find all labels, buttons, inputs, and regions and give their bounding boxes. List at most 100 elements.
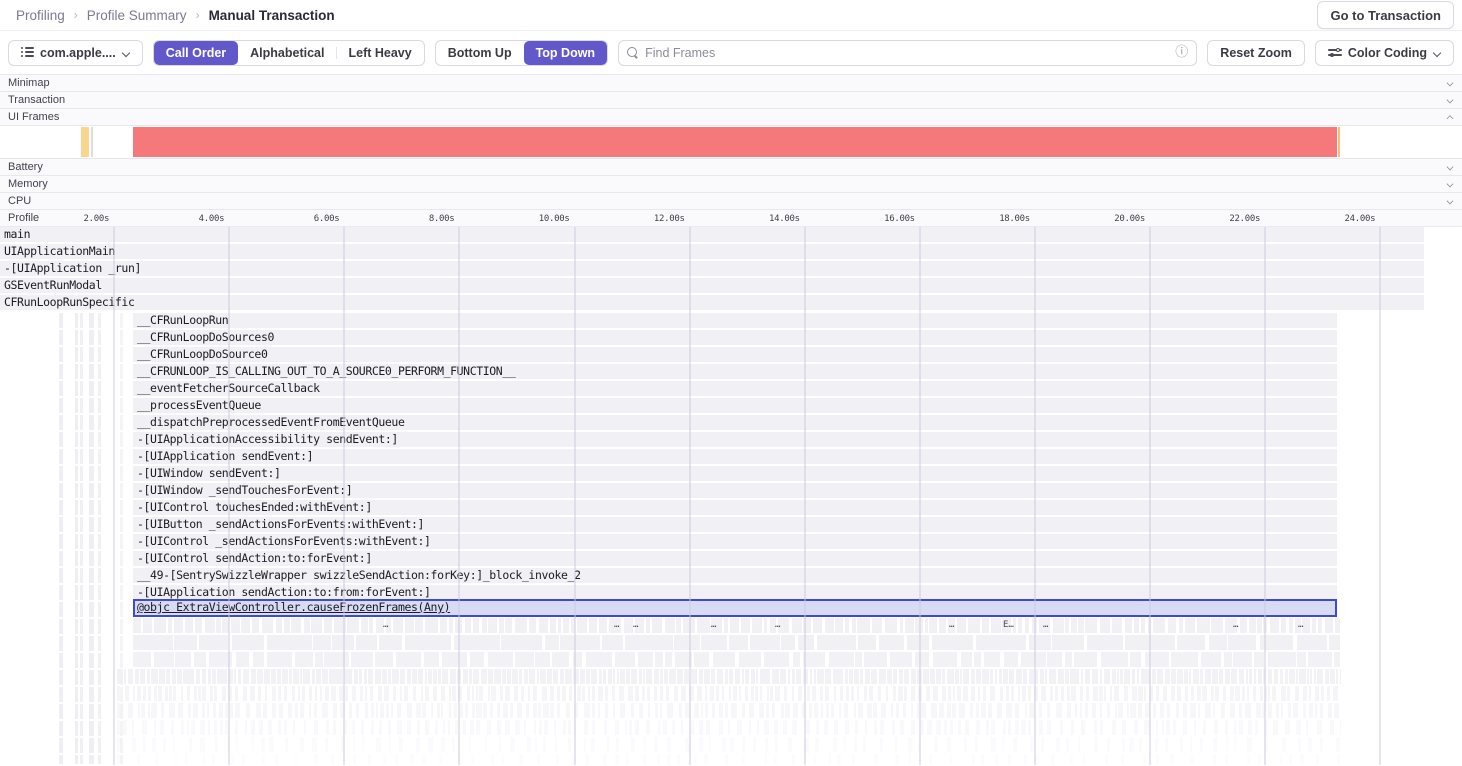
- flame-frame-small[interactable]: [1015, 720, 1019, 735]
- flame-frame-small[interactable]: [1316, 754, 1319, 765]
- flame-frame-small[interactable]: [539, 720, 542, 735]
- flame-frame-small[interactable]: [547, 669, 552, 684]
- flame-frame-small[interactable]: [1112, 669, 1116, 684]
- flame-frame-small[interactable]: [836, 669, 843, 684]
- flame-frame-small[interactable]: [173, 686, 176, 701]
- flame-frame-small[interactable]: [217, 669, 221, 684]
- flame-frame-small[interactable]: [685, 703, 690, 718]
- flame-frame-small[interactable]: [899, 669, 903, 684]
- flame-frame-small[interactable]: [931, 703, 937, 718]
- flame-frame-small[interactable]: [353, 737, 356, 752]
- flame-frame-small[interactable]: [395, 754, 398, 765]
- flame-frame-small[interactable]: [132, 737, 135, 752]
- flame-frame-small[interactable]: [236, 737, 238, 752]
- flame-frame-small[interactable]: [222, 618, 229, 633]
- flame-frame-small[interactable]: [524, 720, 526, 735]
- flame-frame-small[interactable]: [1157, 669, 1163, 684]
- flame-frame-small[interactable]: [565, 669, 571, 684]
- flame-frame-small[interactable]: [903, 703, 907, 718]
- flame-frame-small[interactable]: [535, 652, 550, 667]
- flame-frame-small[interactable]: [944, 720, 946, 735]
- flame-frame-small[interactable]: [1179, 618, 1183, 633]
- flame-frame-small[interactable]: [552, 652, 569, 667]
- flame-frame-small[interactable]: [644, 737, 646, 752]
- flame-frame-small[interactable]: [263, 703, 267, 718]
- flame-frame-small[interactable]: [169, 686, 172, 701]
- flame-frame-small[interactable]: [151, 703, 157, 718]
- flame-frame-small[interactable]: [873, 703, 876, 718]
- flame-frame-small[interactable]: [1180, 737, 1183, 752]
- flame-frame[interactable]: __eventFetcherSourceCallback: [133, 381, 1337, 396]
- flame-frame-small[interactable]: [911, 669, 916, 684]
- flame-frame[interactable]: __49-[SentrySwizzleWrapper swizzleSendAc…: [133, 568, 1337, 583]
- flame-frame-small[interactable]: [774, 720, 778, 735]
- find-frames-input[interactable]: [645, 46, 1169, 60]
- flame-frame-small[interactable]: [886, 686, 888, 701]
- flame-frame-small[interactable]: [667, 703, 673, 718]
- flame-frame-small[interactable]: [295, 754, 298, 765]
- flame-frame-small[interactable]: [344, 669, 349, 684]
- flame-frame-small[interactable]: [1039, 618, 1050, 633]
- section-battery[interactable]: Battery: [0, 159, 1462, 176]
- flame-frame-small[interactable]: [1225, 754, 1228, 765]
- flame-frame-small[interactable]: [117, 669, 123, 684]
- flame-frame-small[interactable]: [143, 618, 152, 633]
- flame-frame-small[interactable]: [767, 686, 769, 701]
- flame-frame-small[interactable]: [1242, 686, 1245, 701]
- flame-frame-small[interactable]: [500, 686, 503, 701]
- flame-frame-small[interactable]: [165, 686, 168, 701]
- flame-frame-small[interactable]: [151, 669, 158, 684]
- flame-frame-small[interactable]: [638, 652, 653, 667]
- flame-frame-small[interactable]: [152, 737, 156, 752]
- flame-frame-small[interactable]: [1067, 686, 1070, 701]
- flame-frame-small[interactable]: [228, 686, 232, 701]
- flame-frame[interactable]: -[UIApplication sendEvent:]: [133, 449, 1337, 464]
- flame-frame-small[interactable]: [821, 703, 823, 718]
- flame-frame-small[interactable]: [362, 737, 365, 752]
- flame-frame-small[interactable]: [991, 618, 1001, 633]
- flame-frame-small[interactable]: [976, 635, 1027, 650]
- flame-frame-small[interactable]: [770, 618, 777, 633]
- flame-frame-small[interactable]: [1245, 703, 1251, 718]
- flame-frame-small[interactable]: [416, 737, 420, 752]
- flame-frame-small[interactable]: [556, 754, 560, 765]
- stack-column[interactable]: [89, 313, 94, 764]
- flame-frame-small[interactable]: [1211, 618, 1223, 633]
- flame-frame-small[interactable]: [187, 686, 190, 701]
- flame-frame-small[interactable]: [279, 703, 283, 718]
- flame-frame-small[interactable]: [1045, 669, 1047, 684]
- flame-frame-small[interactable]: [364, 669, 367, 684]
- flame-frame-small[interactable]: [544, 720, 549, 735]
- flame-frame-small[interactable]: [148, 703, 150, 718]
- flame-frame-small[interactable]: [942, 669, 945, 684]
- flame-frame-small[interactable]: [353, 754, 355, 765]
- flame-frame-small[interactable]: [1200, 737, 1203, 752]
- flame-frame-small[interactable]: [193, 703, 198, 718]
- flame-frame-small[interactable]: [1078, 618, 1084, 633]
- flame-frame-small[interactable]: [392, 669, 399, 684]
- flame-frame-small[interactable]: [1086, 686, 1090, 701]
- flame-frame-small[interactable]: [1171, 686, 1175, 701]
- flame-frame-small[interactable]: [1025, 703, 1027, 718]
- flame-frame-small[interactable]: [598, 686, 603, 701]
- flame-frame[interactable]: -[UIControl _sendActionsForEvents:withEv…: [133, 534, 1337, 549]
- flame-frame-small[interactable]: [1213, 703, 1215, 718]
- flame-frame-small[interactable]: [1067, 703, 1071, 718]
- flame-frame-small[interactable]: [1296, 669, 1298, 684]
- flame-frame-small[interactable]: [863, 737, 867, 752]
- flame-frame-small[interactable]: [1004, 652, 1018, 667]
- flame-frame-small[interactable]: [368, 669, 373, 684]
- flame-frame-small[interactable]: [764, 618, 768, 633]
- flame-frame-small[interactable]: [1281, 703, 1283, 718]
- flame-frame-small[interactable]: [251, 669, 256, 684]
- flame-frame-small[interactable]: [1231, 669, 1237, 684]
- flame-frame-small[interactable]: [1099, 686, 1103, 701]
- flame-frame-small[interactable]: [185, 754, 188, 765]
- flame-frame-small[interactable]: [1058, 669, 1064, 684]
- flame-frame-small[interactable]: [117, 720, 120, 735]
- flame-frame-small[interactable]: [345, 686, 348, 701]
- flame-frame-small[interactable]: [858, 635, 877, 650]
- flame-frame-small[interactable]: [171, 720, 175, 735]
- flame-frame-small[interactable]: [939, 618, 946, 633]
- flame-frame-small[interactable]: [195, 618, 202, 633]
